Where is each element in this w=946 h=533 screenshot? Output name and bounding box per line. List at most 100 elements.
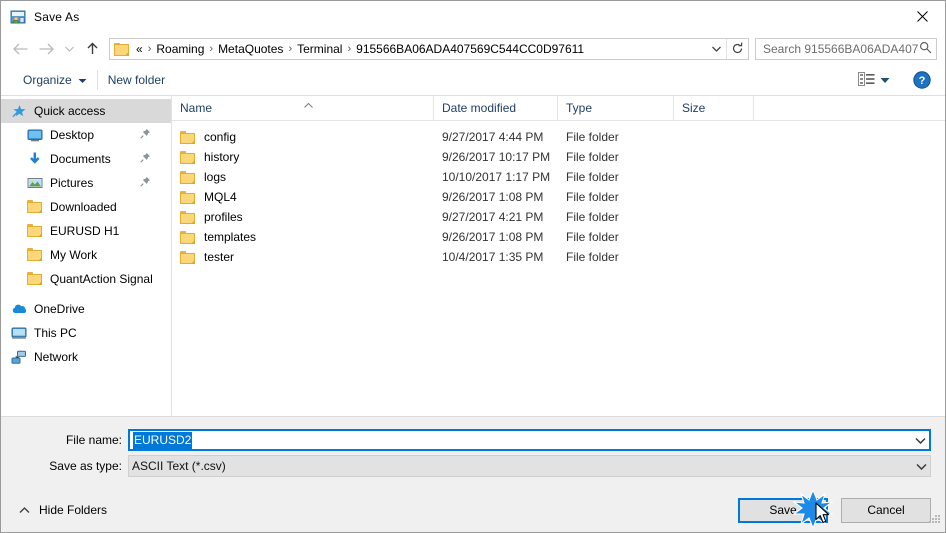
sort-ascending-icon (304, 97, 313, 108)
new-folder-label: New folder (107, 73, 166, 87)
search-input[interactable]: Search 915566BA06ADA40756... (763, 42, 919, 56)
file-date-cell: 9/27/2017 4:21 PM (442, 210, 544, 224)
column-header-name[interactable]: Name (172, 96, 434, 120)
sidebar-item-quantaction-signal[interactable]: QuantAction Signal (1, 267, 171, 291)
svg-text:?: ? (919, 75, 926, 87)
recent-locations-chevron-down-icon[interactable] (59, 36, 79, 62)
command-bar: Organize New folder ? (1, 65, 945, 96)
search-box[interactable]: Search 915566BA06ADA40756... (755, 37, 937, 60)
breadcrumb-item-terminal[interactable]: Terminal (294, 42, 345, 56)
sidebar-item-label: Network (34, 350, 79, 364)
sidebar-item-pictures[interactable]: Pictures (1, 171, 171, 195)
folder-icon (27, 247, 43, 263)
save-as-type-row: Save as type: ASCII Text (*.csv) (1, 455, 931, 477)
save-as-type-chevron-down-icon[interactable] (913, 463, 930, 470)
file-name-cell: tester (172, 250, 434, 264)
pin-icon[interactable] (140, 128, 151, 142)
sidebar-item-onedrive[interactable]: OneDrive (1, 297, 171, 321)
save-as-type-value: ASCII Text (*.csv) (132, 459, 226, 473)
column-header-size[interactable]: Size (674, 96, 754, 120)
save-button[interactable]: Save (738, 497, 828, 523)
breadcrumb-item-roaming[interactable]: Roaming (153, 42, 207, 56)
save-as-type-label: Save as type: (49, 459, 122, 473)
forward-button[interactable] (33, 36, 59, 62)
sidebar-item-desktop[interactable]: Desktop (1, 123, 171, 147)
organize-button[interactable]: Organize (15, 70, 95, 90)
folder-icon (27, 199, 43, 215)
file-name-chevron-down-icon[interactable] (912, 437, 929, 444)
breadcrumb-overflow[interactable]: « (133, 42, 146, 56)
sidebar-item-network[interactable]: Network (1, 345, 171, 369)
chevron-up-icon (19, 503, 30, 517)
pictures-icon (27, 175, 43, 191)
folder-icon (180, 170, 196, 184)
new-folder-button[interactable]: New folder (100, 70, 173, 90)
resize-grip-icon[interactable] (928, 513, 940, 528)
file-name-cell: profiles (172, 210, 434, 224)
close-button[interactable] (899, 1, 945, 31)
folder-icon (27, 223, 43, 239)
breadcrumb-item-guid[interactable]: 915566BA06ADA407569C544CC0D97611 (353, 42, 587, 56)
column-header-date-modified[interactable]: Date modified (434, 96, 558, 120)
table-row[interactable]: logs 10/10/2017 1:17 PM File folder (172, 167, 945, 187)
breadcrumb-item-metaquotes[interactable]: MetaQuotes (215, 42, 286, 56)
help-button[interactable]: ? (913, 71, 931, 89)
cancel-button[interactable]: Cancel (841, 497, 931, 523)
file-name-cell: history (172, 150, 434, 164)
this-pc-icon (11, 325, 27, 341)
up-button[interactable] (79, 36, 105, 62)
file-name-input[interactable]: EURUSD2 (128, 429, 931, 451)
file-date-cell: 10/4/2017 1:35 PM (442, 250, 544, 264)
file-name-label: config (204, 130, 237, 144)
sidebar-item-label: QuantAction Signal (50, 272, 153, 286)
sidebar-item-my-work[interactable]: My Work (1, 243, 171, 267)
pin-icon[interactable] (140, 176, 151, 190)
sidebar-item-downloaded[interactable]: Downloaded (1, 195, 171, 219)
sidebar-item-documents[interactable]: Documents (1, 147, 171, 171)
folder-icon (27, 271, 43, 287)
hide-folders-button[interactable]: Hide Folders (15, 503, 107, 517)
folder-icon (180, 230, 196, 244)
table-row[interactable]: tester 10/4/2017 1:35 PM File folder (172, 247, 945, 267)
folder-icon (180, 190, 196, 204)
file-list: config 9/27/2017 4:44 PM File folder his… (172, 121, 945, 416)
file-name-label: history (204, 150, 240, 164)
view-mode-icon (858, 71, 875, 89)
title-bar: Save As (1, 1, 945, 32)
pin-icon[interactable] (140, 152, 151, 166)
save-as-icon (10, 9, 26, 25)
folder-icon (180, 150, 196, 164)
file-type-cell: File folder (566, 250, 619, 264)
onedrive-icon (11, 301, 27, 317)
address-bar[interactable]: « › Roaming › MetaQuotes › Terminal › 91… (109, 37, 749, 60)
table-row[interactable]: history 9/26/2017 10:17 PM File folder (172, 147, 945, 167)
sidebar-item-this-pc[interactable]: This PC (1, 321, 171, 345)
folder-icon (114, 42, 130, 56)
table-row[interactable]: templates 9/26/2017 1:08 PM File folder (172, 227, 945, 247)
dialog-body: Quick access Desktop Documents Pictures … (1, 96, 945, 416)
column-header-filler (754, 96, 945, 120)
sidebar-item-eurusd-h1[interactable]: EURUSD H1 (1, 219, 171, 243)
address-chevron-down-icon[interactable] (706, 39, 726, 59)
file-name-label: MQL4 (204, 190, 237, 204)
column-headers: Name Date modified Type Size (172, 96, 945, 121)
column-header-type[interactable]: Type (558, 96, 674, 120)
refresh-icon[interactable] (726, 38, 748, 59)
view-mode-button[interactable] (853, 69, 895, 92)
back-button[interactable] (7, 36, 33, 62)
file-type-cell: File folder (566, 230, 619, 244)
sidebar-item-quick-access[interactable]: Quick access (1, 99, 171, 123)
view-mode-chevron-down-icon[interactable] (880, 73, 890, 87)
documents-icon (27, 151, 43, 167)
file-name-label: File name: (65, 433, 122, 447)
save-as-type-select[interactable]: ASCII Text (*.csv) (128, 455, 931, 477)
file-name-label: tester (204, 250, 235, 264)
file-list-pane: Name Date modified Type Size config 9/27… (172, 96, 945, 416)
table-row[interactable]: config 9/27/2017 4:44 PM File folder (172, 127, 945, 147)
toolbar-right-group: ? (853, 69, 945, 92)
table-row[interactable]: MQL4 9/26/2017 1:08 PM File folder (172, 187, 945, 207)
table-row[interactable]: profiles 9/27/2017 4:21 PM File folder (172, 207, 945, 227)
chevron-down-icon (78, 73, 87, 87)
sidebar-item-label: EURUSD H1 (50, 224, 120, 238)
save-label: Save (769, 503, 797, 517)
